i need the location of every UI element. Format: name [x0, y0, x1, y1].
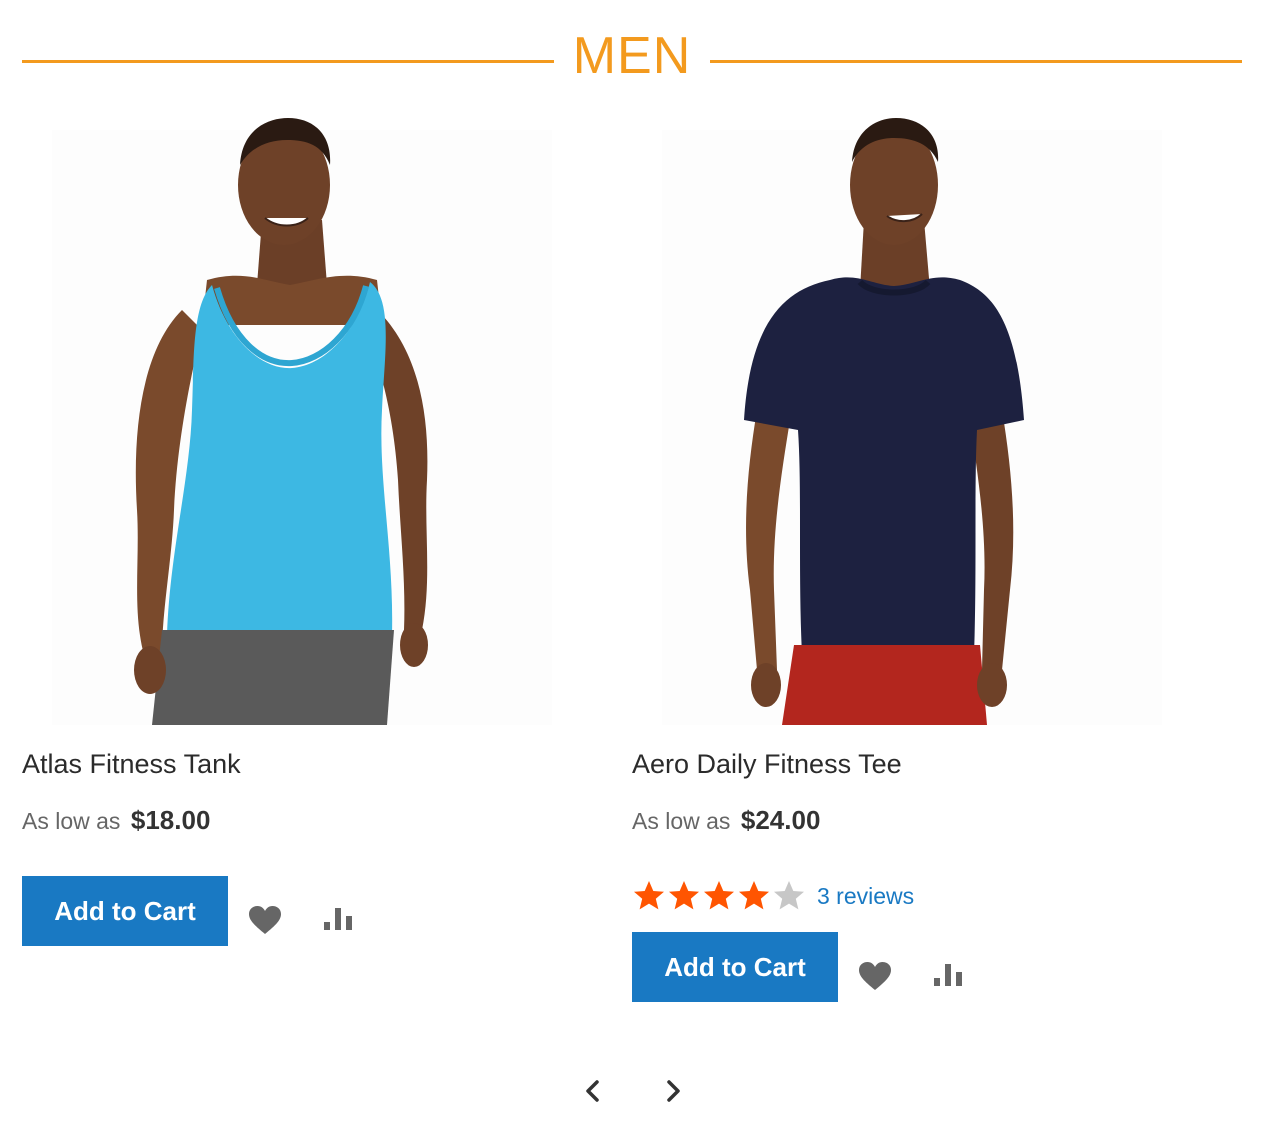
product-actions: Add to Cart	[22, 876, 582, 946]
chevron-left-icon[interactable]	[580, 1078, 606, 1104]
section-title: MEN	[572, 27, 692, 85]
rating-stars	[632, 879, 807, 913]
heading-rule-right	[710, 60, 1242, 63]
price-box: As low as $18.00	[22, 803, 582, 842]
product-image[interactable]	[22, 110, 582, 725]
rating-summary: 3 reviews	[632, 876, 1192, 916]
heart-icon[interactable]	[248, 905, 282, 935]
star-filled-icon	[669, 881, 699, 910]
star-filled-icon	[634, 881, 664, 910]
product-card: Atlas Fitness Tank As low as $18.00 Add …	[22, 110, 582, 946]
add-to-cart-button[interactable]: Add to Cart	[22, 876, 228, 946]
price-prefix: As low as	[22, 808, 121, 834]
price-prefix: As low as	[632, 808, 731, 834]
star-filled-icon	[739, 881, 769, 910]
add-to-cart-button[interactable]: Add to Cart	[632, 932, 838, 1002]
heading-rule-left	[22, 60, 554, 63]
bar-chart-icon[interactable]	[932, 960, 966, 990]
star-filled-icon	[704, 881, 734, 910]
reviews-link[interactable]: 3 reviews	[817, 883, 914, 910]
section-header: MEN	[22, 20, 1242, 100]
heart-icon[interactable]	[858, 961, 892, 991]
man-in-tank-top-illustration	[134, 118, 428, 725]
bar-chart-icon[interactable]	[322, 904, 356, 934]
price: $24.00	[740, 805, 821, 835]
product-image[interactable]	[632, 110, 1192, 725]
product-card: Aero Daily Fitness Tee As low as $24.00 …	[632, 110, 1192, 1002]
man-in-t-shirt-illustration	[744, 118, 1024, 725]
product-name[interactable]: Aero Daily Fitness Tee	[632, 747, 1192, 781]
product-name[interactable]: Atlas Fitness Tank	[22, 747, 582, 781]
price-box: As low as $24.00	[632, 803, 1192, 842]
chevron-right-icon[interactable]	[660, 1078, 686, 1104]
product-actions: Add to Cart	[632, 932, 1192, 1002]
price: $18.00	[130, 805, 211, 835]
star-empty-icon	[774, 881, 804, 910]
